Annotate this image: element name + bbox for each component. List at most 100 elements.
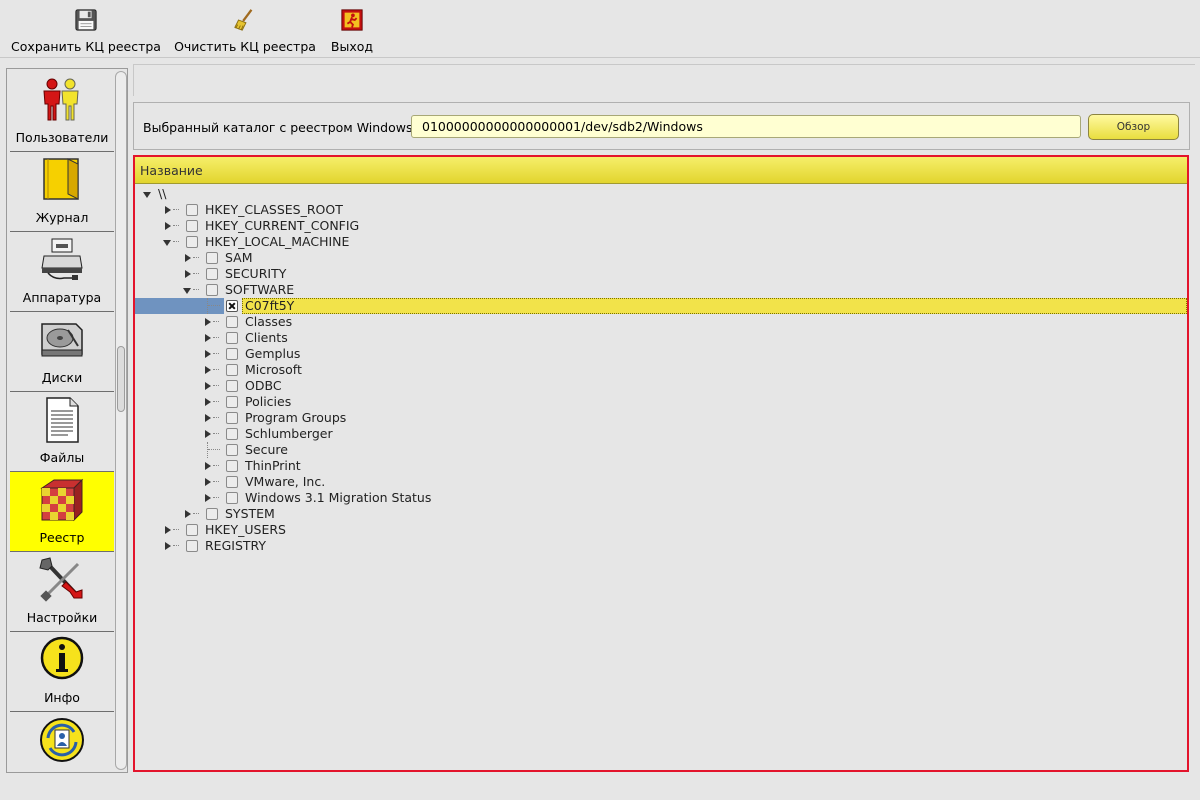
- tree-checkbox[interactable]: [206, 508, 218, 520]
- tree-checkbox[interactable]: [206, 252, 218, 264]
- tree-checkbox[interactable]: [206, 268, 218, 280]
- sidebar-item-registry[interactable]: Реестр: [10, 472, 114, 552]
- expander-closed-icon[interactable]: [205, 494, 211, 502]
- tree-checkbox[interactable]: [226, 300, 238, 312]
- toolbar: Сохранить КЦ реестра Очистить КЦ реестра…: [0, 0, 1200, 58]
- expander-closed-icon[interactable]: [185, 510, 191, 518]
- tree-checkbox[interactable]: [186, 524, 198, 536]
- browse-button[interactable]: Обзор: [1088, 114, 1179, 140]
- tree-checkbox[interactable]: [226, 396, 238, 408]
- tree-checkbox[interactable]: [206, 284, 218, 296]
- tree-row[interactable]: SECURITY: [135, 266, 1187, 282]
- expander-closed-icon[interactable]: [205, 334, 211, 342]
- sidebar-item-files[interactable]: Файлы: [10, 392, 114, 472]
- expander-closed-icon[interactable]: [185, 270, 191, 278]
- tree-checkbox[interactable]: [226, 460, 238, 472]
- expander-open-icon[interactable]: [163, 240, 171, 246]
- expander-closed-icon[interactable]: [205, 430, 211, 438]
- expander-closed-icon[interactable]: [205, 350, 211, 358]
- sidebar-item-journal[interactable]: Журнал: [10, 152, 114, 232]
- sidebar-item-info[interactable]: Инфо: [10, 632, 114, 712]
- tree-row[interactable]: Classes: [135, 314, 1187, 330]
- sidebar-item-label: Настройки: [26, 610, 98, 625]
- tree-row[interactable]: Policies: [135, 394, 1187, 410]
- tree-checkbox[interactable]: [226, 332, 238, 344]
- expander-closed-icon[interactable]: [165, 206, 171, 214]
- expander-closed-icon[interactable]: [205, 382, 211, 390]
- tree-row[interactable]: ODBC: [135, 378, 1187, 394]
- expander-closed-icon[interactable]: [165, 222, 171, 230]
- tree-row[interactable]: Microsoft: [135, 362, 1187, 378]
- expander-closed-icon[interactable]: [205, 366, 211, 374]
- tree-checkbox[interactable]: [226, 412, 238, 424]
- exit-button[interactable]: Выход: [326, 4, 378, 54]
- tree-row[interactable]: REGISTRY: [135, 538, 1187, 554]
- tree-row[interactable]: C07ft5Y: [135, 298, 1187, 314]
- tree-row[interactable]: Gemplus: [135, 346, 1187, 362]
- directory-input[interactable]: [411, 115, 1081, 138]
- tree-node-label: C07ft5Y: [245, 298, 295, 313]
- tree-column-header[interactable]: Название: [135, 157, 1187, 184]
- sidebar-scrollbar-thumb[interactable]: [117, 346, 125, 412]
- tree-checkbox[interactable]: [226, 476, 238, 488]
- expander-open-icon[interactable]: [183, 288, 191, 294]
- tree-node-label: HKEY_USERS: [205, 522, 286, 537]
- journal-icon: [43, 158, 79, 200]
- tree-row[interactable]: HKEY_LOCAL_MACHINE: [135, 234, 1187, 250]
- tree-row[interactable]: Secure: [135, 442, 1187, 458]
- tree-row[interactable]: ThinPrint: [135, 458, 1187, 474]
- tree-node-label: Program Groups: [245, 410, 347, 425]
- tree-row[interactable]: Clients: [135, 330, 1187, 346]
- tree-checkbox[interactable]: [226, 428, 238, 440]
- tree-row[interactable]: Program Groups: [135, 410, 1187, 426]
- expander-closed-icon[interactable]: [185, 254, 191, 262]
- expander-closed-icon[interactable]: [165, 526, 171, 534]
- sidebar-item-disks[interactable]: Диски: [10, 312, 114, 392]
- tree-node-label: SAM: [225, 250, 253, 265]
- tree-row[interactable]: Schlumberger: [135, 426, 1187, 442]
- sidebar-scrollbar[interactable]: [115, 71, 127, 770]
- tree-checkbox[interactable]: [226, 492, 238, 504]
- tree-row[interactable]: Windows 3.1 Migration Status: [135, 490, 1187, 506]
- sidebar-item-users[interactable]: Пользователи: [10, 72, 114, 152]
- tree-row[interactable]: SAM: [135, 250, 1187, 266]
- tree-checkbox[interactable]: [186, 236, 198, 248]
- tree-connector: [207, 298, 208, 314]
- clear-registry-button[interactable]: Очистить КЦ реестра: [170, 4, 320, 54]
- tree-node-label: Clients: [245, 330, 288, 345]
- tree-connector: [173, 545, 179, 546]
- sidebar-item-update[interactable]: [10, 712, 114, 769]
- tree-row[interactable]: \\: [135, 186, 1187, 202]
- tree-checkbox[interactable]: [186, 540, 198, 552]
- save-registry-button[interactable]: Сохранить КЦ реестра: [10, 4, 162, 54]
- expander-closed-icon[interactable]: [205, 478, 211, 486]
- sidebar-item-hardware[interactable]: Аппаратура: [10, 232, 114, 312]
- tree-row[interactable]: HKEY_CURRENT_CONFIG: [135, 218, 1187, 234]
- tree-checkbox[interactable]: [186, 204, 198, 216]
- content-top-area: [133, 64, 1195, 96]
- sidebar-item-label: Инфо: [44, 690, 80, 705]
- tree-checkbox[interactable]: [226, 380, 238, 392]
- tree-checkbox[interactable]: [226, 364, 238, 376]
- tree-row[interactable]: HKEY_CLASSES_ROOT: [135, 202, 1187, 218]
- tree-row[interactable]: SYSTEM: [135, 506, 1187, 522]
- expander-closed-icon[interactable]: [205, 414, 211, 422]
- tree-row[interactable]: VMware, Inc.: [135, 474, 1187, 490]
- tree-connector: [213, 321, 219, 322]
- expander-closed-icon[interactable]: [205, 462, 211, 470]
- tree-checkbox[interactable]: [226, 444, 238, 456]
- expander-closed-icon[interactable]: [165, 542, 171, 550]
- expander-closed-icon[interactable]: [205, 318, 211, 326]
- tree-checkbox[interactable]: [226, 348, 238, 360]
- sidebar-item-settings[interactable]: Настройки: [10, 552, 114, 632]
- tree-row[interactable]: SOFTWARE: [135, 282, 1187, 298]
- exit-label: Выход: [330, 39, 374, 54]
- tree-checkbox[interactable]: [186, 220, 198, 232]
- tree-checkbox[interactable]: [226, 316, 238, 328]
- expander-closed-icon[interactable]: [205, 398, 211, 406]
- tree-connector: [213, 353, 219, 354]
- tree-row[interactable]: HKEY_USERS: [135, 522, 1187, 538]
- tree-node-label: Secure: [245, 442, 288, 457]
- tree-node-label: VMware, Inc.: [245, 474, 326, 489]
- expander-open-icon[interactable]: [143, 192, 151, 198]
